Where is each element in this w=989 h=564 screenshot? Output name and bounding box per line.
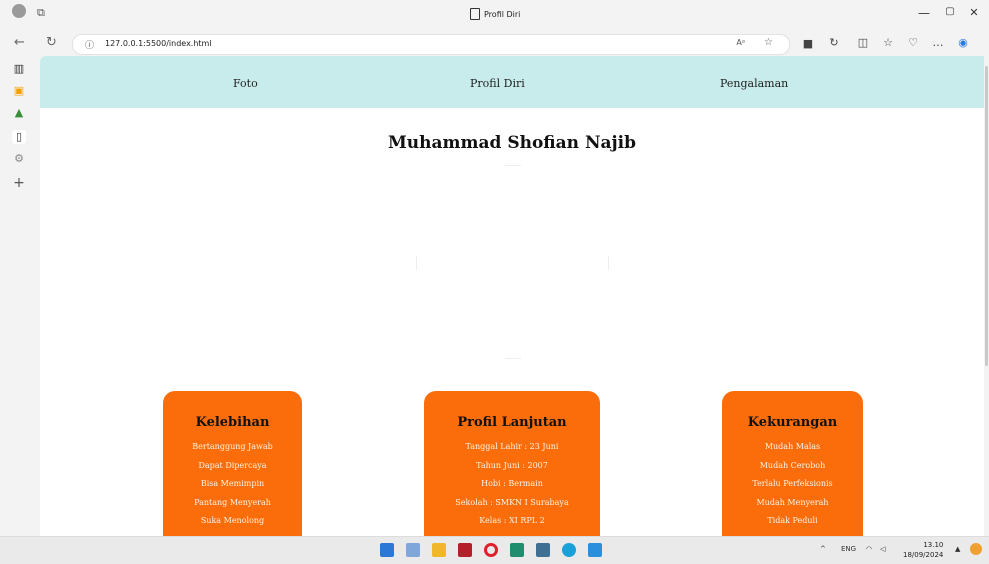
card-item: Tahun Juni : 2007 [476, 460, 548, 470]
file-explorer-icon[interactable] [432, 543, 446, 557]
card-item: Pantang Menyerah [194, 497, 271, 507]
taskbar: ^ ENG ◠ ◁ 13.10 18/09/2024 ▲ [0, 536, 989, 564]
card-item: Hobi : Bermain [481, 479, 543, 488]
tab-title[interactable]: Profil Diri [470, 8, 520, 20]
scrollbar-thumb[interactable] [985, 66, 988, 366]
card-item: Mudah Ceroboh [759, 460, 826, 470]
page-icon [470, 8, 480, 20]
back-icon[interactable]: ← [14, 35, 25, 50]
browser-essentials-icon[interactable]: ♡ [905, 36, 921, 49]
card-item: Kelas : XI RPL 2 [479, 516, 545, 525]
read-aloud-icon[interactable]: Aᵃ [736, 38, 745, 47]
card-profil-lanjutan: Profil Lanjutan Tanggal Lahir : 23 Juni … [424, 391, 600, 536]
photo-frame-bottom [505, 358, 521, 359]
url-text[interactable]: 127.0.0.1:5500/index.html [105, 39, 212, 48]
opera-icon[interactable] [484, 543, 498, 557]
page-scrollbar[interactable] [984, 56, 989, 536]
calculator-icon[interactable] [536, 543, 550, 557]
card-item: Tidak Peduli [767, 516, 818, 525]
card-title: Kekurangan [747, 415, 838, 430]
collections-icon[interactable]: ▣ [12, 84, 26, 98]
widgets-icon[interactable] [406, 543, 420, 557]
copilot-taskbar-icon[interactable] [970, 543, 982, 555]
volume-icon[interactable]: ◁ [880, 545, 885, 553]
edge-icon[interactable] [562, 543, 576, 557]
tab-actions-icon[interactable]: ⧉ [37, 6, 45, 20]
more-icon[interactable]: … [930, 36, 946, 49]
card-item: Suka Menolong [200, 516, 265, 525]
nav-link-foto[interactable]: Foto [233, 77, 258, 90]
language-indicator[interactable]: ENG [841, 545, 856, 553]
page-title: Muhammad Shofian Najib [387, 133, 637, 153]
start-icon[interactable] [380, 543, 394, 557]
tray-chevron-icon[interactable]: ^ [820, 545, 826, 553]
favorites-icon[interactable]: ☆ [880, 36, 896, 49]
card-item: Dapat Dipercaya [198, 460, 267, 470]
web-page: Foto Profil Diri Pengalaman Muhammad Sho… [40, 56, 984, 536]
card-item: Mudah Malas [764, 442, 821, 451]
page-navbar: Foto Profil Diri Pengalaman [40, 56, 984, 108]
card-item: Sekolah : SMKN I Surabaya [455, 497, 569, 507]
add-tab-icon[interactable]: + [12, 176, 26, 190]
tab-title-text: Profil Diri [484, 9, 521, 19]
split-screen-icon[interactable]: ◫ [855, 36, 871, 49]
card-kekurangan: Kekurangan Mudah Malas Mudah Ceroboh Ter… [722, 391, 863, 536]
card-item: Bisa Memimpin [200, 479, 265, 488]
clock-time: 13.10 [923, 541, 944, 549]
card-kelebihan: Kelebihan Bertanggung Jawab Dapat Diperc… [163, 391, 302, 536]
card-title: Kelebihan [195, 415, 270, 430]
tab-overview-icon[interactable]: ▥ [12, 62, 26, 76]
notification-icon[interactable]: ▲ [955, 545, 960, 553]
maximize-button[interactable]: ▢ [940, 6, 960, 17]
extension-icon[interactable]: ■ [800, 37, 816, 50]
vscode-icon[interactable] [588, 543, 602, 557]
nav-link-pengalaman[interactable]: Pengalaman [720, 77, 788, 90]
app-icon[interactable] [458, 543, 472, 557]
nav-link-profil-diri[interactable]: Profil Diri [470, 77, 525, 90]
copilot-icon[interactable]: ◉ [955, 36, 971, 49]
refresh-extension-icon[interactable]: ↻ [826, 36, 842, 49]
card-item: Bertanggung Jawab [192, 442, 273, 451]
address-bar[interactable]: ⓘ 127.0.0.1:5500/index.html Aᵃ ☆ [72, 34, 790, 55]
system-clock[interactable]: 13.10 18/09/2024 [903, 540, 943, 560]
card-item: Tanggal Lahir : 23 Juni [465, 442, 559, 451]
wifi-icon[interactable]: ◠ [866, 545, 872, 553]
refresh-icon[interactable]: ↻ [46, 35, 57, 50]
card-title: Profil Lanjutan [457, 415, 567, 430]
site-info-icon[interactable]: ⓘ [85, 38, 94, 51]
profile-icon[interactable] [12, 4, 26, 18]
card-item: Mudah Menyerah [756, 497, 829, 507]
title-bar: ⧉ Profil Diri — ▢ ✕ [0, 0, 989, 32]
card-item: Terlalu Perfeksionis [752, 479, 833, 488]
favorite-icon[interactable]: ☆ [764, 37, 773, 48]
clock-date: 18/09/2024 [903, 551, 944, 559]
xbox-icon[interactable] [510, 543, 524, 557]
photo-frame-top [505, 165, 521, 166]
close-button[interactable]: ✕ [964, 6, 984, 19]
drive-icon[interactable]: ▲ [12, 106, 26, 120]
settings-icon[interactable]: ⚙ [12, 152, 26, 166]
sidebar: ▥ ▣ ▲ ▯ ⚙ + [0, 56, 40, 536]
minimize-button[interactable]: — [914, 6, 934, 20]
active-tab-icon[interactable]: ▯ [12, 130, 26, 144]
photo-frame-right [608, 256, 609, 270]
photo-frame-left [416, 256, 417, 270]
